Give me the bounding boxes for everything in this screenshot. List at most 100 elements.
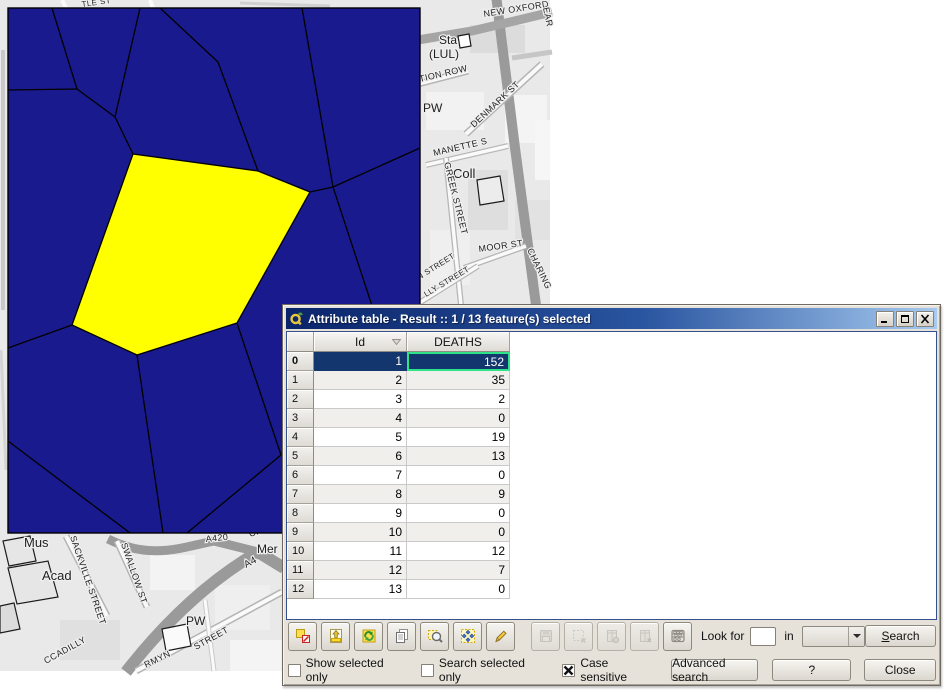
zoom-to-selection-button[interactable] (420, 622, 449, 651)
row-header[interactable]: 12 (287, 580, 314, 599)
case-sensitive-checkbox[interactable] (562, 664, 575, 677)
row-header[interactable]: 10 (287, 542, 314, 561)
case-sensitive-group[interactable]: Case sensitive (562, 656, 655, 684)
cell-id[interactable]: 12 (314, 561, 407, 580)
table-row[interactable]: 5613 (287, 447, 936, 466)
table-row[interactable]: 789 (287, 485, 936, 504)
table-row[interactable]: 01152 (287, 352, 936, 371)
row-header[interactable]: 3 (287, 409, 314, 428)
attribute-table[interactable]: Id DEATHS 011521235232340451956136707898… (286, 331, 937, 620)
row-header[interactable]: 9 (287, 523, 314, 542)
zoom-to-selection-icon (427, 628, 443, 644)
delete-column-button[interactable] (630, 622, 659, 651)
qgis-icon (289, 311, 304, 326)
minimize-button[interactable] (876, 311, 894, 327)
search-selected-only-group[interactable]: Search selected only (421, 656, 546, 684)
cell-deaths[interactable]: 19 (407, 428, 510, 447)
maximize-button[interactable] (896, 311, 914, 327)
save-edits-button[interactable] (531, 622, 560, 651)
table-row[interactable]: 340 (287, 409, 936, 428)
unselect-all-button[interactable] (288, 622, 317, 651)
search-selected-only-checkbox[interactable] (421, 664, 434, 677)
table-row[interactable]: 4519 (287, 428, 936, 447)
close-dialog-button[interactable]: Close (864, 659, 936, 681)
help-button[interactable]: ? (772, 659, 851, 681)
row-header[interactable]: 0 (287, 352, 314, 371)
cell-id[interactable]: 13 (314, 580, 407, 599)
row-header[interactable]: 2 (287, 390, 314, 409)
row-header[interactable]: 8 (287, 504, 314, 523)
row-header[interactable]: 11 (287, 561, 314, 580)
close-icon (919, 314, 931, 324)
unselect-all-icon (295, 628, 311, 644)
cell-deaths[interactable]: 7 (407, 561, 510, 580)
cell-id[interactable]: 8 (314, 485, 407, 504)
cell-deaths[interactable]: 0 (407, 580, 510, 599)
cell-id[interactable]: 10 (314, 523, 407, 542)
field-select[interactable] (802, 626, 865, 647)
row-header[interactable]: 5 (287, 447, 314, 466)
row-header[interactable]: 4 (287, 428, 314, 447)
delete-selected-button[interactable] (564, 622, 593, 651)
copy-selected-rows-button[interactable] (387, 622, 416, 651)
table-row[interactable]: 11127 (287, 561, 936, 580)
pan-to-selection-icon (460, 628, 476, 644)
row-header[interactable]: 6 (287, 466, 314, 485)
table-row[interactable]: 12130 (287, 580, 936, 599)
cell-deaths[interactable]: 2 (407, 390, 510, 409)
advanced-search-button[interactable]: Advanced search (671, 659, 758, 681)
abacus-icon (670, 628, 686, 644)
delete-selected-icon (571, 628, 587, 644)
close-button[interactable] (916, 311, 934, 327)
show-selected-only-group[interactable]: Show selected only (288, 656, 405, 684)
cell-deaths[interactable]: 35 (407, 371, 510, 390)
cell-deaths[interactable]: 13 (407, 447, 510, 466)
titlebar[interactable]: Attribute table - Result :: 1 / 13 featu… (286, 308, 937, 329)
chevron-down-icon (853, 634, 861, 638)
show-selected-only-checkbox[interactable] (288, 664, 301, 677)
cell-id[interactable]: 6 (314, 447, 407, 466)
cell-id[interactable]: 9 (314, 504, 407, 523)
check-x-icon (563, 665, 574, 676)
cell-deaths[interactable]: 0 (407, 409, 510, 428)
cell-id[interactable]: 1 (314, 352, 407, 371)
copy-icon (394, 628, 410, 644)
cell-deaths[interactable]: 0 (407, 523, 510, 542)
cell-id[interactable]: 2 (314, 371, 407, 390)
field-calculator-button[interactable] (663, 622, 692, 651)
row-header[interactable]: 1 (287, 371, 314, 390)
cell-deaths[interactable]: 152 (407, 352, 510, 371)
map-label: Mer (257, 542, 278, 556)
cell-deaths[interactable]: 9 (407, 485, 510, 504)
table-row[interactable]: 890 (287, 504, 936, 523)
cell-id[interactable]: 4 (314, 409, 407, 428)
new-column-button[interactable] (597, 622, 626, 651)
cell-id[interactable]: 5 (314, 428, 407, 447)
toggle-editing-button[interactable] (486, 622, 515, 651)
cell-deaths[interactable]: 0 (407, 466, 510, 485)
table-row[interactable]: 101112 (287, 542, 936, 561)
map-label: (LUL) (429, 47, 459, 61)
column-header-id[interactable]: Id (314, 332, 407, 352)
cell-id[interactable]: 11 (314, 542, 407, 561)
pan-to-selection-button[interactable] (453, 622, 482, 651)
cell-id[interactable]: 3 (314, 390, 407, 409)
table-row[interactable]: 1235 (287, 371, 936, 390)
table-row[interactable]: 9100 (287, 523, 936, 542)
column-header-deaths[interactable]: DEATHS (407, 332, 510, 352)
row-header[interactable]: 7 (287, 485, 314, 504)
cell-id[interactable]: 7 (314, 466, 407, 485)
invert-selection-button[interactable] (354, 622, 383, 651)
cell-deaths[interactable]: 12 (407, 542, 510, 561)
search-button[interactable]: Search (865, 625, 936, 647)
map-label: PW (186, 614, 206, 628)
map-label: Mus (24, 535, 49, 550)
table-row[interactable]: 232 (287, 390, 936, 409)
combo-dropdown-button[interactable] (848, 627, 864, 646)
look-for-input[interactable] (750, 627, 776, 646)
move-selection-to-top-button[interactable] (321, 622, 350, 651)
pencil-icon (493, 628, 509, 644)
table-row[interactable]: 670 (287, 466, 936, 485)
cell-deaths[interactable]: 0 (407, 504, 510, 523)
table-corner-header[interactable] (287, 332, 314, 352)
